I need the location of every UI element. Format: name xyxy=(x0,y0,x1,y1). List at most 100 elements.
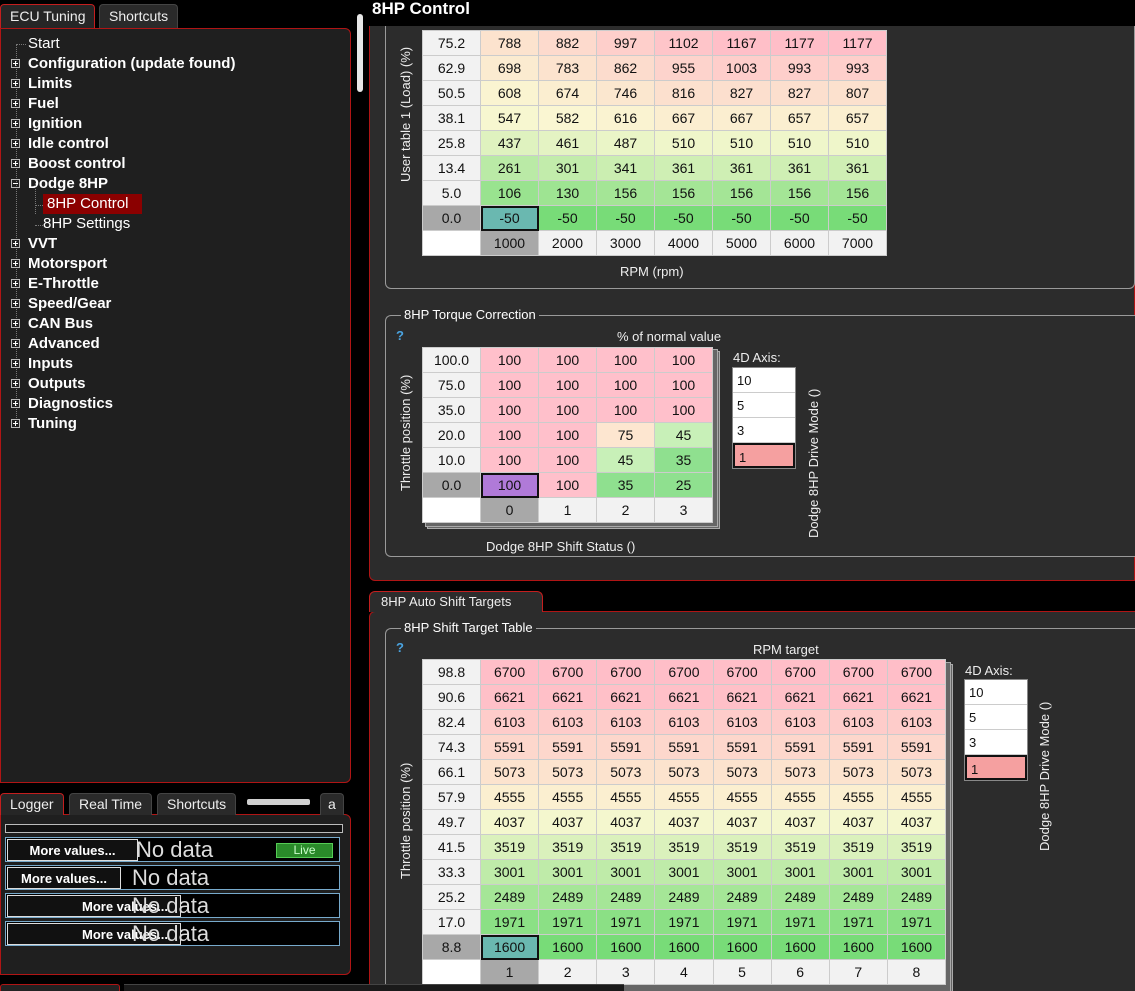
row-axis-cell[interactable]: 0.0 xyxy=(422,205,481,231)
table-cell[interactable]: 827 xyxy=(770,80,829,106)
row-axis-cell[interactable]: 35.0 xyxy=(422,397,481,423)
d4-axis-item[interactable]: 3 xyxy=(965,730,1027,755)
table-cell[interactable]: 6621 xyxy=(712,684,772,710)
expand-icon[interactable] xyxy=(11,399,20,408)
table-cell[interactable]: 6103 xyxy=(712,709,772,735)
table-cell[interactable]: 1971 xyxy=(886,909,947,935)
table-cell[interactable]: 1971 xyxy=(479,909,540,935)
table-cell[interactable]: 1600 xyxy=(828,934,888,960)
table-cell[interactable]: 6621 xyxy=(770,684,830,710)
table-cell[interactable]: 993 xyxy=(828,55,887,81)
d4-axis-item[interactable]: 5 xyxy=(733,393,795,418)
table-cell[interactable]: 3001 xyxy=(596,859,656,885)
table-cell[interactable]: 35 xyxy=(596,472,655,498)
table-cell[interactable]: 100 xyxy=(538,347,597,373)
row-axis-cell[interactable]: 90.6 xyxy=(422,684,481,710)
row-axis-cell[interactable]: 0.0 xyxy=(422,472,481,498)
table-cell[interactable]: 4555 xyxy=(596,784,656,810)
table-cell[interactable]: -50 xyxy=(712,205,771,231)
table-cell[interactable]: 657 xyxy=(770,105,829,131)
row-axis-cell[interactable]: 49.7 xyxy=(422,809,481,835)
table-cell[interactable]: 5073 xyxy=(538,759,598,785)
tree-item[interactable]: Motorsport xyxy=(28,254,107,274)
torque-table-grid[interactable]: 100.0 100 100 100 100 75.0 100 100 100 100 35.0 100… xyxy=(422,347,713,523)
table-cell[interactable]: 6700 xyxy=(886,659,947,685)
d4-axis-item[interactable]: 3 xyxy=(733,418,795,443)
table-cell[interactable]: 882 xyxy=(538,30,597,56)
table-cell[interactable]: 100 xyxy=(480,422,539,448)
row-axis-cell[interactable]: 74.3 xyxy=(422,734,481,760)
table-cell[interactable]: 1971 xyxy=(596,909,656,935)
table-cell[interactable]: 6700 xyxy=(538,659,598,685)
table-cell[interactable]: 4555 xyxy=(654,784,714,810)
table-cell[interactable]: 1600 xyxy=(712,934,772,960)
table-cell[interactable]: 3001 xyxy=(770,859,830,885)
table-cell[interactable]: 100 xyxy=(538,447,597,473)
table-cell[interactable]: 667 xyxy=(712,105,771,131)
column-axis-cell[interactable]: 1000 xyxy=(480,230,539,256)
table-cell[interactable]: 657 xyxy=(828,105,887,131)
tree-item[interactable]: Dodge 8HP xyxy=(28,174,108,194)
table-cell[interactable]: 1971 xyxy=(770,909,830,935)
table-cell[interactable]: 3001 xyxy=(712,859,772,885)
table-cell[interactable]: 3519 xyxy=(538,834,598,860)
column-axis-cell[interactable]: 7000 xyxy=(828,230,887,256)
expand-icon[interactable] xyxy=(11,379,20,388)
table-cell[interactable]: 667 xyxy=(654,105,713,131)
table-cell[interactable]: 4555 xyxy=(538,784,598,810)
d4-axis-list[interactable]: 10 5 3 1 xyxy=(732,367,796,469)
table-cell[interactable]: 45 xyxy=(654,422,713,448)
table-cell[interactable]: 75 xyxy=(596,422,655,448)
column-axis-cell[interactable]: 0 xyxy=(480,497,539,523)
table-cell[interactable]: 100 xyxy=(480,447,539,473)
table-cell[interactable]: 6700 xyxy=(596,659,656,685)
table-cell[interactable]: 547 xyxy=(480,105,539,131)
row-axis-cell[interactable]: 5.0 xyxy=(422,180,481,206)
row-axis-cell[interactable]: 10.0 xyxy=(422,447,481,473)
expand-icon[interactable] xyxy=(11,319,20,328)
table-cell[interactable]: 100 xyxy=(480,397,539,423)
table-cell[interactable]: 5073 xyxy=(712,759,772,785)
table-cell[interactable]: 510 xyxy=(712,130,771,156)
table-cell[interactable]: 6700 xyxy=(712,659,772,685)
table-cell[interactable]: 3001 xyxy=(479,859,540,885)
table-cell[interactable]: 156 xyxy=(828,180,887,206)
table-cell[interactable]: 510 xyxy=(770,130,829,156)
table-cell[interactable]: 301 xyxy=(538,155,597,181)
table-cell[interactable]: 100 xyxy=(654,397,713,423)
row-axis-cell[interactable]: 50.5 xyxy=(422,80,481,106)
tree-item[interactable]: Fuel xyxy=(28,94,59,114)
tree-item[interactable]: Ignition xyxy=(28,114,82,134)
table-cell[interactable]: 4037 xyxy=(770,809,830,835)
table-cell[interactable]: 1177 xyxy=(828,30,887,56)
table-cell[interactable]: 6700 xyxy=(479,659,540,685)
table-cell[interactable]: 4037 xyxy=(538,809,598,835)
expand-icon[interactable] xyxy=(11,339,20,348)
table-cell[interactable]: 1102 xyxy=(654,30,713,56)
live-indicator[interactable]: Live xyxy=(276,843,333,858)
table-cell[interactable]: 616 xyxy=(596,105,655,131)
table-cell[interactable]: 6103 xyxy=(538,709,598,735)
column-axis-cell[interactable]: 8 xyxy=(886,959,947,985)
table-cell[interactable]: 6621 xyxy=(479,684,540,710)
table-cell[interactable]: 1600 xyxy=(596,934,656,960)
row-axis-cell[interactable]: 100.0 xyxy=(422,347,481,373)
row-axis-cell[interactable]: 17.0 xyxy=(422,909,481,935)
tree-item[interactable]: Speed/Gear xyxy=(28,294,111,314)
table-cell[interactable]: 100 xyxy=(596,372,655,398)
table-cell[interactable]: 6103 xyxy=(596,709,656,735)
table-cell[interactable]: 461 xyxy=(538,130,597,156)
table-cell[interactable]: 807 xyxy=(828,80,887,106)
row-axis-cell[interactable]: 13.4 xyxy=(422,155,481,181)
row-axis-cell[interactable]: 82.4 xyxy=(422,709,481,735)
table-cell[interactable]: 100 xyxy=(654,372,713,398)
table-cell[interactable]: 862 xyxy=(596,55,655,81)
table-cell[interactable]: 510 xyxy=(828,130,887,156)
d4-axis-item[interactable]: 10 xyxy=(965,680,1027,705)
tab-logger[interactable]: Logger xyxy=(0,793,64,815)
table-cell[interactable]: 6621 xyxy=(886,684,947,710)
tab-ecu-tuning[interactable]: ECU Tuning xyxy=(0,4,96,28)
table-cell[interactable]: 4555 xyxy=(712,784,772,810)
table-cell[interactable]: 2489 xyxy=(654,884,714,910)
column-axis-cell[interactable]: 7 xyxy=(828,959,888,985)
